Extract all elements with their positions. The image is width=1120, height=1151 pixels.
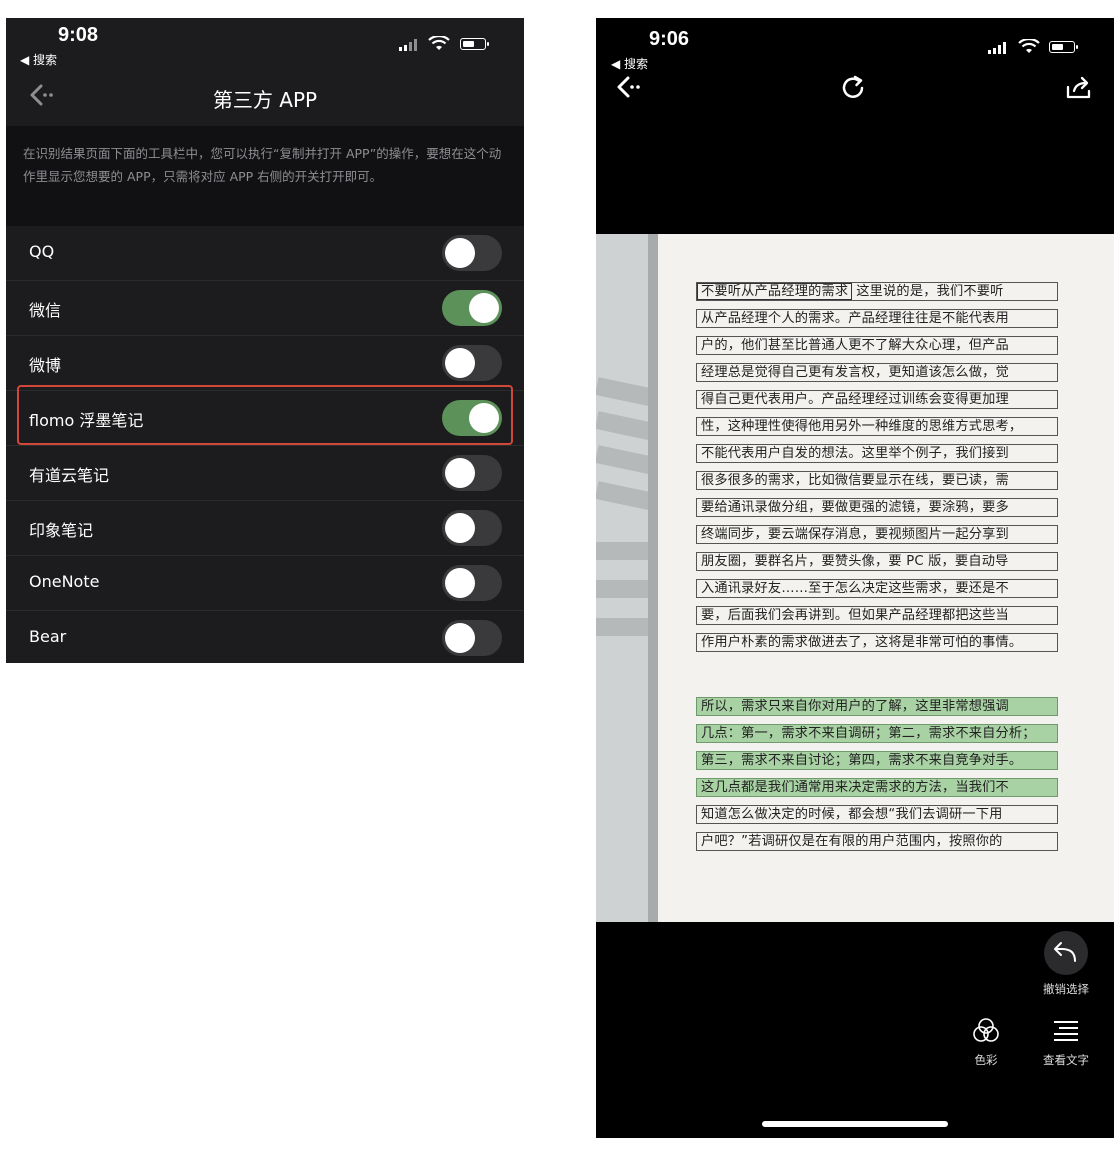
- status-time: 9:06: [649, 28, 690, 50]
- highlighted-text-line[interactable]: 几点：第一，需求不来自调研；第二，需求不来自分析；: [696, 724, 1058, 743]
- app-row-onenote: OneNote: [6, 556, 524, 611]
- app-row-bear: Bear: [6, 611, 524, 663]
- app-label: 微博: [29, 356, 62, 375]
- app-label: 微信: [29, 301, 62, 320]
- undo-selection-button[interactable]: 撤销选择: [1032, 931, 1100, 997]
- cellular-signal-icon: [399, 39, 417, 51]
- wifi-icon: [428, 36, 450, 50]
- back-arrow-icon[interactable]: [614, 72, 644, 102]
- text-line[interactable]: 性，这种理性使得他用另外一种维度的思维方式思考，: [696, 417, 1058, 436]
- scan-nav-bar: [596, 58, 1114, 118]
- highlighted-text-line[interactable]: 所以，需求只来自你对用户的了解，这里非常想强调: [696, 697, 1058, 716]
- text-line[interactable]: 得自己更代表用户。产品经理经过训练会变得更加理: [696, 390, 1058, 409]
- app-label: QQ: [29, 242, 55, 261]
- app-row-weibo: 微博: [6, 336, 524, 391]
- scan-result-screen: 9:06 ◀ 搜索 不要听从产品经理的需求 这里说的是，我们不要听 从产品经理个…: [596, 18, 1114, 1138]
- wifi-icon: [1018, 39, 1040, 53]
- text-line[interactable]: 很多很多的需求，比如微信要显示在线，要已读，需: [696, 471, 1058, 490]
- app-label: OneNote: [29, 572, 100, 591]
- home-indicator[interactable]: [762, 1121, 948, 1127]
- nav-bar: 第三方 APP: [6, 68, 524, 126]
- description-panel: 在识别结果页面下面的工具栏中，您可以执行“复制并打开 APP”的操作，要想在这个…: [6, 126, 524, 226]
- text-line[interactable]: 户吧？”若调研仅是在有限的用户范围内，按照你的: [696, 832, 1058, 851]
- text-line[interactable]: 知道怎么做决定的时候，都会想“我们去调研一下用: [696, 805, 1058, 824]
- app-label: 有道云笔记: [29, 466, 110, 485]
- text-line[interactable]: 要，后面我们会再讲到。但如果产品经理都把这些当: [696, 606, 1058, 625]
- app-row-youdao: 有道云笔记: [6, 446, 524, 501]
- app-row-qq: QQ: [6, 226, 524, 281]
- text-line[interactable]: 不要听从产品经理的需求 这里说的是，我们不要听: [696, 282, 1058, 301]
- text-line[interactable]: 户的，他们甚至比普通人更不了解大众心理，但产品: [696, 336, 1058, 355]
- description-text: 在识别结果页面下面的工具栏中，您可以执行“复制并打开 APP”的操作，要想在这个…: [23, 146, 502, 184]
- cellular-signal-icon: [988, 42, 1006, 54]
- app-label: 印象笔记: [29, 521, 94, 540]
- text-line[interactable]: 从产品经理个人的需求。产品经理往往是不能代表用: [696, 309, 1058, 328]
- undo-icon: [1044, 931, 1088, 975]
- app-label: Bear: [29, 627, 67, 646]
- text-line[interactable]: 要给通讯录做分组，要做更强的滤镜，要涂鸦，要多: [696, 498, 1058, 517]
- text-line[interactable]: 入通讯录好友……至于怎么决定这些需求，要还是不: [696, 579, 1058, 598]
- rotate-icon[interactable]: [839, 73, 869, 103]
- battery-icon: [1049, 41, 1078, 53]
- view-text-button[interactable]: 查看文字: [1032, 1016, 1100, 1068]
- battery-icon: [460, 38, 489, 50]
- back-to-app-link[interactable]: ◀ 搜索: [20, 51, 57, 68]
- highlighted-text-line[interactable]: 第三，需求不来自讨论；第四，需求不来自竞争对手。: [696, 751, 1058, 770]
- page-title: 第三方 APP: [212, 88, 318, 112]
- text-line[interactable]: 作用户朴素的需求做进去了，这将是非常可怕的事情。: [696, 633, 1058, 652]
- text-line[interactable]: 朋友圈，要群名片，要赞头像，要 PC 版，要自动导: [696, 552, 1058, 571]
- view-text-label: 查看文字: [1043, 1053, 1089, 1067]
- status-bar: 9:08 ◀ 搜索: [6, 18, 524, 68]
- toggle-switch[interactable]: [442, 290, 502, 326]
- toggle-switch[interactable]: [442, 455, 502, 491]
- settings-screen: 9:08 ◀ 搜索 第三方 APP 在识别结果页面下面的工具栏中，您可以执行“复…: [6, 18, 524, 663]
- undo-label: 撤销选择: [1043, 982, 1089, 996]
- toggle-switch[interactable]: [442, 565, 502, 601]
- app-row-evernote: 印象笔记: [6, 501, 524, 556]
- text-line[interactable]: 终端同步，要云端保存消息，要视频图片一起分享到: [696, 525, 1058, 544]
- share-icon[interactable]: [1064, 73, 1094, 103]
- text-line-rest: 这里说的是，我们不要听: [856, 284, 1004, 299]
- toggle-switch[interactable]: [442, 620, 502, 656]
- highlight-box: [17, 385, 513, 445]
- text-line[interactable]: 经理总是觉得自己更有发言权，更知道该怎么做，觉: [696, 363, 1058, 382]
- text-lines-icon: [1054, 1021, 1078, 1041]
- toggle-switch[interactable]: [442, 235, 502, 271]
- color-filter-icon: [973, 1018, 999, 1042]
- scanned-book-page: 不要听从产品经理的需求 这里说的是，我们不要听 从产品经理个人的需求。产品经理往往…: [596, 234, 1114, 922]
- toggle-switch[interactable]: [442, 510, 502, 546]
- color-label: 色彩: [974, 1053, 998, 1067]
- toggle-switch[interactable]: [442, 345, 502, 381]
- text-line-heading: 不要听从产品经理的需求: [697, 283, 853, 300]
- color-button[interactable]: 色彩: [956, 1016, 1016, 1068]
- app-row-wechat: 微信: [6, 281, 524, 336]
- text-line[interactable]: 不能代表用户自发的想法。这里举个例子，我们接到: [696, 444, 1058, 463]
- status-time: 9:08: [58, 24, 99, 46]
- highlighted-text-line[interactable]: 这几点都是我们通常用来决定需求的方法，当我们不: [696, 778, 1058, 797]
